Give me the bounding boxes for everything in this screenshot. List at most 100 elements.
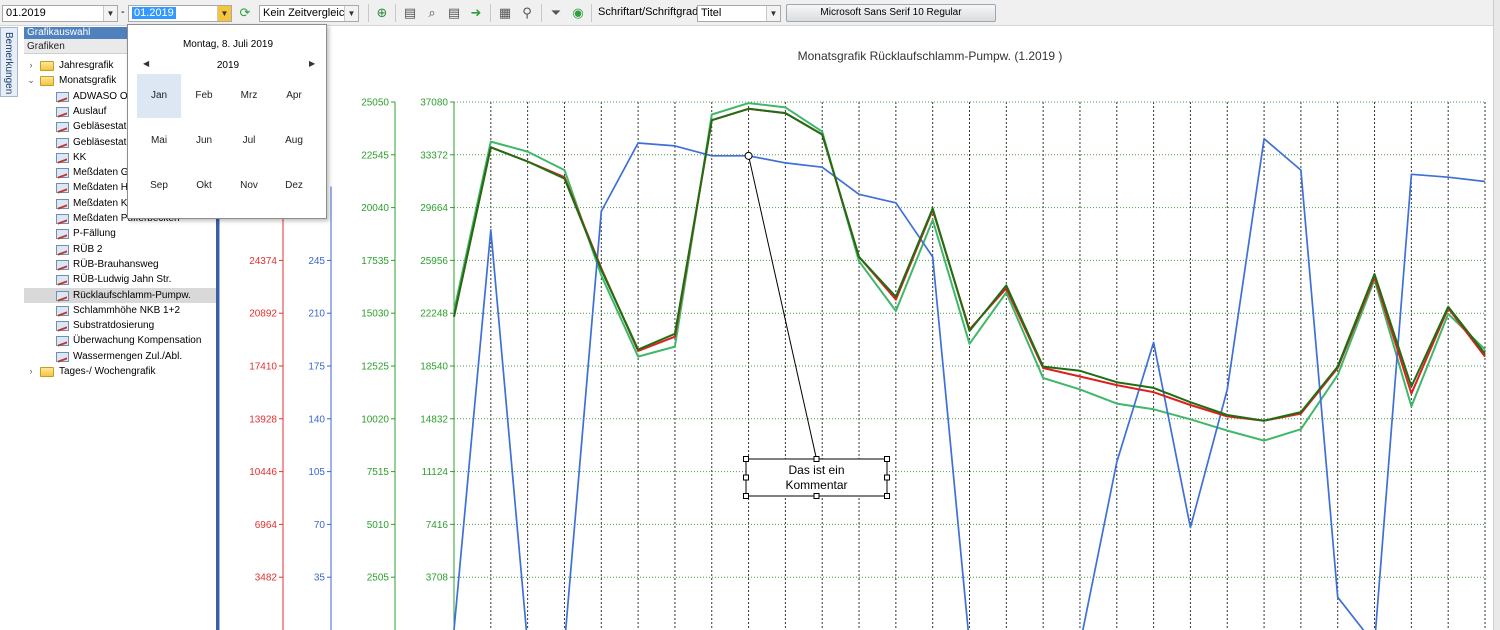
month-apr[interactable]: Apr: [272, 74, 316, 118]
date-to-combo[interactable]: 01.2019 ▼: [128, 5, 232, 22]
today-label[interactable]: Montag, 8. Juli 2019: [128, 39, 328, 50]
tree-item-label: Monatsgrafik: [59, 75, 117, 87]
chart-icon: [56, 305, 69, 316]
month-dez[interactable]: Dez: [272, 164, 316, 208]
month-jan[interactable]: Jan: [137, 74, 181, 118]
tree-item[interactable]: RÜB 2: [24, 242, 216, 257]
filter-icon[interactable]: ⏷: [547, 4, 565, 22]
resize-handle[interactable]: [743, 493, 749, 499]
globe-icon[interactable]: ⊕: [373, 4, 391, 22]
chevron-down-icon[interactable]: ▼: [217, 6, 231, 21]
tree-item-label: Meßdaten KV: [73, 197, 135, 209]
resize-handle[interactable]: [884, 456, 890, 462]
comment-text-line2: Kommentar: [785, 478, 847, 492]
zoom-icon[interactable]: ⚲: [518, 4, 536, 22]
comment-text-line1: Das ist ein: [788, 463, 844, 477]
tree-item[interactable]: Überwachung Kompensation: [24, 333, 216, 348]
tick-label: 6964: [255, 520, 278, 531]
tree-item-label: Schlammhöhe NKB 1+2: [73, 304, 181, 316]
month-okt[interactable]: Okt: [182, 164, 226, 208]
folder-icon: [40, 61, 54, 71]
resize-handle[interactable]: [743, 474, 749, 481]
tick-label: 175: [308, 362, 325, 373]
tree-item[interactable]: Schlammhöhe NKB 1+2: [24, 303, 216, 318]
chevron-down-icon[interactable]: ▼: [103, 6, 117, 21]
tree-item-label: ADWASO O2: [73, 90, 134, 102]
tree-item-label: Gebläsestatio: [73, 136, 135, 148]
tree-item[interactable]: P-Fällung: [24, 226, 216, 241]
font-target-combo[interactable]: Titel ▼: [697, 5, 781, 22]
date-from-combo[interactable]: 01.2019 ▼: [2, 5, 118, 22]
chart-icon: [56, 168, 69, 179]
month-aug[interactable]: Aug: [272, 119, 316, 163]
tick-label: 210: [308, 309, 325, 320]
tree-item-label: RÜB-Brauhansweg: [73, 258, 159, 270]
toolbar-divider: [368, 4, 369, 22]
tick-label: 22545: [361, 150, 389, 161]
month-mrz[interactable]: Mrz: [227, 74, 271, 118]
month-sep[interactable]: Sep: [137, 164, 181, 208]
chevron-right-icon[interactable]: ›: [26, 58, 36, 73]
toolbar-divider: [395, 4, 396, 22]
tree-item[interactable]: RÜB-Brauhansweg: [24, 257, 216, 272]
tree-item-label: Wassermengen Zul./Abl.: [73, 350, 183, 362]
resize-handle[interactable]: [813, 493, 820, 499]
comment-box[interactable]: Das ist einKommentar: [743, 151, 890, 499]
tree-group[interactable]: › Tages-/ Wochengrafik: [24, 364, 216, 379]
tick-label: 20040: [361, 203, 389, 214]
tick-label: 25050: [361, 98, 389, 109]
tick-label: 17535: [361, 256, 389, 267]
month-jul[interactable]: Jul: [227, 119, 271, 163]
remarks-tab-label: Bemerkungen: [3, 32, 14, 95]
tick-label: 5010: [367, 520, 390, 531]
print-setup-icon[interactable]: ▤: [445, 4, 463, 22]
compare-combo[interactable]: Kein Zeitvergleich ▼: [259, 5, 359, 22]
print-icon[interactable]: ▤: [401, 4, 419, 22]
month-jun[interactable]: Jun: [182, 119, 226, 163]
chart: 3482 6964 10446 13928 17410 20892 24374 35 70 105…: [249, 49, 1486, 630]
tick-label: 20892: [249, 309, 277, 320]
month-picker-popup: Montag, 8. Juli 2019 ◀ 2019 ▶ Jan Feb Mrz A…: [127, 24, 327, 219]
tick-label: 17410: [249, 362, 277, 373]
chart-icon: [56, 351, 69, 362]
tick-label: 15030: [361, 309, 389, 320]
chart-icon: [56, 122, 69, 133]
month-nov[interactable]: Nov: [227, 164, 271, 208]
chevron-down-icon[interactable]: ⌄: [26, 73, 36, 88]
chevron-right-icon[interactable]: ›: [26, 364, 36, 379]
remarks-tab[interactable]: Bemerkungen: [0, 27, 18, 97]
resize-handle[interactable]: [743, 456, 749, 462]
date-separator: -: [121, 6, 125, 18]
chart-grid: [453, 101, 1486, 630]
tick-label: 11124: [422, 467, 449, 478]
tree-item[interactable]: Rücklaufschlamm-Pumpw.: [24, 287, 216, 303]
print-preview-icon[interactable]: ⌕: [423, 4, 441, 22]
folder-icon: [40, 367, 54, 377]
tree-item[interactable]: Wassermengen Zul./Abl.: [24, 349, 216, 364]
font-button[interactable]: Microsoft Sans Serif 10 Regular: [786, 4, 996, 22]
refresh-icon[interactable]: ⟳: [236, 4, 254, 22]
settings-icon[interactable]: ▦: [496, 4, 514, 22]
resize-handle[interactable]: [884, 474, 890, 481]
resize-handle[interactable]: [884, 493, 890, 499]
window-edge: [1493, 0, 1500, 630]
chart-icon: [56, 275, 69, 286]
chevron-down-icon[interactable]: ▼: [344, 6, 358, 21]
tree-item[interactable]: Substratdosierung: [24, 318, 216, 333]
tick-label: 14832: [420, 414, 448, 425]
resize-handle[interactable]: [813, 456, 820, 462]
tick-label: 13928: [249, 414, 277, 425]
next-year-icon[interactable]: ▶: [309, 59, 315, 68]
tick-label: 29664: [420, 203, 448, 214]
tick-label: 140: [308, 414, 325, 425]
year-label: 2019: [216, 60, 240, 71]
chevron-down-icon[interactable]: ▼: [766, 6, 780, 21]
tick-label: 7416: [426, 520, 449, 531]
month-feb[interactable]: Feb: [182, 74, 226, 118]
month-mai[interactable]: Mai: [137, 119, 181, 163]
tree-item-label: Überwachung Kompensation: [73, 335, 202, 347]
export-icon[interactable]: ➜: [467, 4, 485, 22]
color-icon[interactable]: ◉: [569, 4, 587, 22]
chart-icon: [56, 106, 69, 117]
tree-item[interactable]: RÜB-Ludwig Jahn Str.: [24, 272, 216, 287]
